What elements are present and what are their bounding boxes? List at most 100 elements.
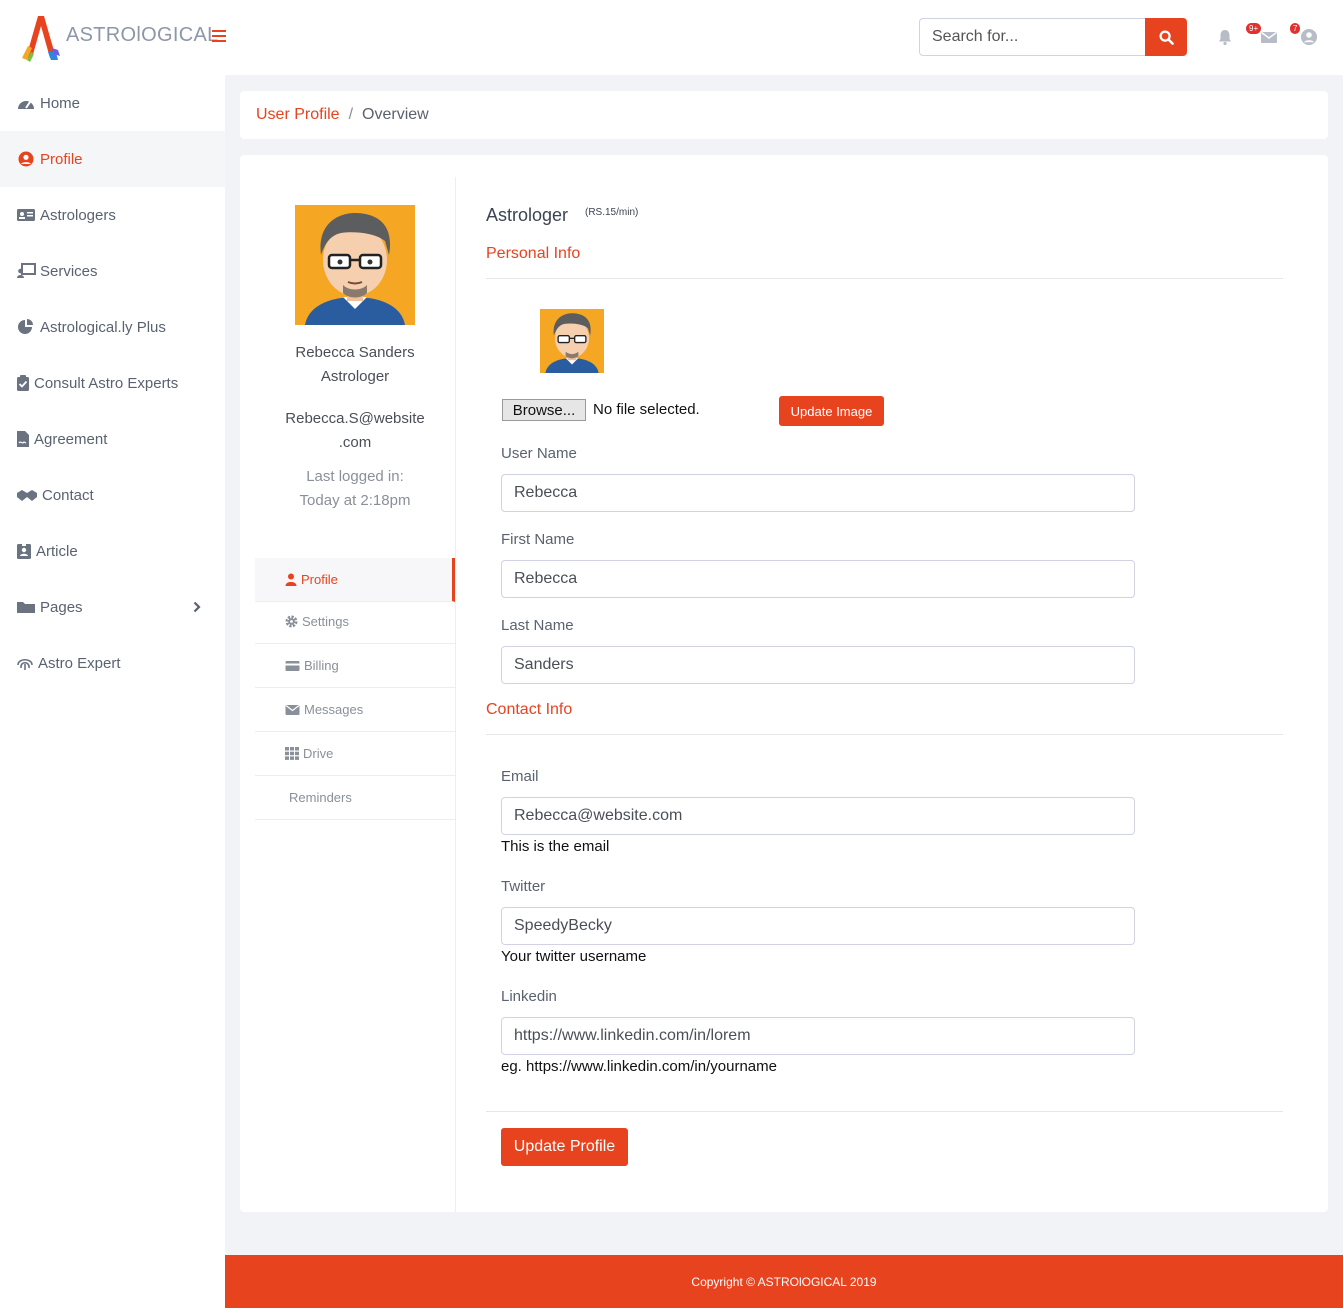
last-logged-in: Last logged in: Today at 2:18pm xyxy=(255,465,455,513)
envelope-icon[interactable] xyxy=(1260,28,1278,46)
credit-card-icon xyxy=(285,660,300,671)
submenu-reminders[interactable]: Reminders xyxy=(255,776,455,820)
sidebar-item-label: Home xyxy=(40,94,81,112)
sidebar-item-consult[interactable]: Consult Astro Experts xyxy=(0,355,225,411)
sidebar-item-label: Services xyxy=(40,262,98,280)
search-bar xyxy=(919,18,1187,56)
sidebar-item-label: Pages xyxy=(40,598,83,616)
search-icon xyxy=(1158,29,1174,45)
submenu-label: Billing xyxy=(304,658,339,673)
id-badge-icon xyxy=(17,543,31,559)
firstname-field[interactable]: Rebecca xyxy=(501,560,1135,598)
user-icon xyxy=(285,573,297,586)
contact-info-heading: Contact Info xyxy=(486,701,573,718)
profile-role: Astrologer xyxy=(320,368,390,385)
sidebar-item-agreement[interactable]: Agreement xyxy=(0,411,225,467)
card-divider xyxy=(455,177,456,1212)
sidebar: Home Profile Astrologers Services Astrol… xyxy=(0,75,225,1308)
profile-email: Rebecca.S@website .com xyxy=(255,407,455,455)
sidebar-item-astro-expert[interactable]: Astro Expert xyxy=(0,635,225,691)
submenu-settings[interactable]: Settings xyxy=(255,600,455,644)
sidebar-item-profile[interactable]: Profile xyxy=(0,131,225,187)
fingerprint-icon xyxy=(17,658,33,670)
envelope-icon xyxy=(285,704,300,715)
username-label: User Name xyxy=(501,445,577,462)
submenu-billing[interactable]: Billing xyxy=(255,644,455,688)
sidebar-item-label: Profile xyxy=(40,150,83,168)
linkedin-help-text: eg. https://www.linkedin.com/in/yourname xyxy=(501,1058,777,1075)
last-logged-label: Last logged in: xyxy=(306,468,404,485)
brand-name[interactable]: ASTROlOGICAL xyxy=(66,24,219,47)
menu-toggle-icon[interactable] xyxy=(212,30,226,42)
id-card-icon xyxy=(17,209,35,221)
sidebar-item-pages[interactable]: Pages xyxy=(0,579,225,635)
chevron-right-icon xyxy=(193,601,201,613)
sidebar-item-home[interactable]: Home xyxy=(0,75,225,131)
twitter-label: Twitter xyxy=(501,878,546,895)
twitter-help-text: Your twitter username xyxy=(501,948,647,965)
grid-icon xyxy=(285,747,299,760)
profile-email-line2: .com xyxy=(338,434,372,451)
divider xyxy=(486,278,1283,279)
breadcrumb: User Profile / Overview xyxy=(240,91,1328,139)
file-signature-icon xyxy=(17,431,29,447)
submenu-messages[interactable]: Messages xyxy=(255,688,455,732)
tachometer-icon xyxy=(18,101,34,109)
last-logged-value: Today at 2:18pm xyxy=(299,492,411,509)
submenu-label: Settings xyxy=(302,614,349,629)
divider xyxy=(486,1111,1283,1112)
astrological-logo[interactable] xyxy=(18,12,64,62)
personal-info-heading: Personal Info xyxy=(486,245,581,262)
sidebar-item-label: Astro Expert xyxy=(38,654,121,672)
gear-icon xyxy=(285,615,298,628)
lastname-field[interactable]: Sanders xyxy=(501,646,1135,684)
sidebar-item-label: Consult Astro Experts xyxy=(34,374,179,392)
username-field[interactable]: Rebecca xyxy=(501,474,1135,512)
breadcrumb-separator: / xyxy=(348,106,354,123)
file-status: No file selected. xyxy=(593,401,700,418)
top-navbar: ASTROlOGICAL 9+ 7 xyxy=(0,0,1343,75)
firstname-label: First Name xyxy=(501,531,575,548)
astrologer-title: Astrologer xyxy=(486,205,569,225)
copyright-text: Copyright © ASTROlOGICAL 2019 xyxy=(691,1274,877,1289)
twitter-field[interactable]: SpeedyBecky xyxy=(501,907,1135,945)
chalkboard-teacher-icon xyxy=(17,263,36,278)
update-profile-button[interactable]: Update Profile xyxy=(501,1128,628,1166)
linkedin-field[interactable]: https://www.linkedin.com/in/lorem xyxy=(501,1017,1135,1055)
browse-file-button[interactable]: Browse... xyxy=(502,399,586,421)
profile-avatar-thumbnail xyxy=(540,309,604,373)
sidebar-item-astrologers[interactable]: Astrologers xyxy=(0,187,225,243)
sidebar-item-label: Contact xyxy=(42,486,94,504)
sidebar-item-article[interactable]: Article xyxy=(0,523,225,579)
profile-avatar xyxy=(295,205,415,325)
email-label: Email xyxy=(501,768,539,785)
email-field[interactable]: Rebecca@website.com xyxy=(501,797,1135,835)
submenu-profile[interactable]: Profile xyxy=(255,558,455,602)
breadcrumb-current: Overview xyxy=(362,106,429,123)
submenu-drive[interactable]: Drive xyxy=(255,732,455,776)
profile-email-line1: Rebecca.S@website xyxy=(285,410,425,427)
astrologer-rate: (RS.15/min) xyxy=(585,207,639,218)
email-help-text: This is the email xyxy=(501,838,610,855)
search-input[interactable] xyxy=(919,18,1146,56)
footer: Copyright © ASTROlOGICAL 2019 xyxy=(225,1255,1343,1308)
sidebar-item-services[interactable]: Services xyxy=(0,243,225,299)
handshake-icon xyxy=(17,490,37,501)
pie-chart-icon xyxy=(18,319,33,334)
submenu-label: Drive xyxy=(303,746,334,761)
user-circle-icon[interactable] xyxy=(1300,28,1318,46)
messages-badge: 7 xyxy=(1290,23,1301,34)
search-button[interactable] xyxy=(1145,18,1187,56)
sidebar-item-label: Agreement xyxy=(34,430,108,448)
sidebar-item-astrological-plus[interactable]: Astrological.ly Plus xyxy=(0,299,225,355)
linkedin-label: Linkedin xyxy=(501,988,557,1005)
alerts-badge: 9+ xyxy=(1246,23,1262,34)
submenu-label: Messages xyxy=(304,702,364,717)
update-image-button[interactable]: Update Image xyxy=(779,396,884,426)
sidebar-item-contact[interactable]: Contact xyxy=(0,467,225,523)
divider xyxy=(486,734,1283,735)
submenu-label: Profile xyxy=(301,572,338,587)
breadcrumb-link-user-profile[interactable]: User Profile xyxy=(256,106,340,124)
sidebar-item-label: Astrologers xyxy=(40,206,116,224)
bell-icon[interactable] xyxy=(1216,28,1234,46)
